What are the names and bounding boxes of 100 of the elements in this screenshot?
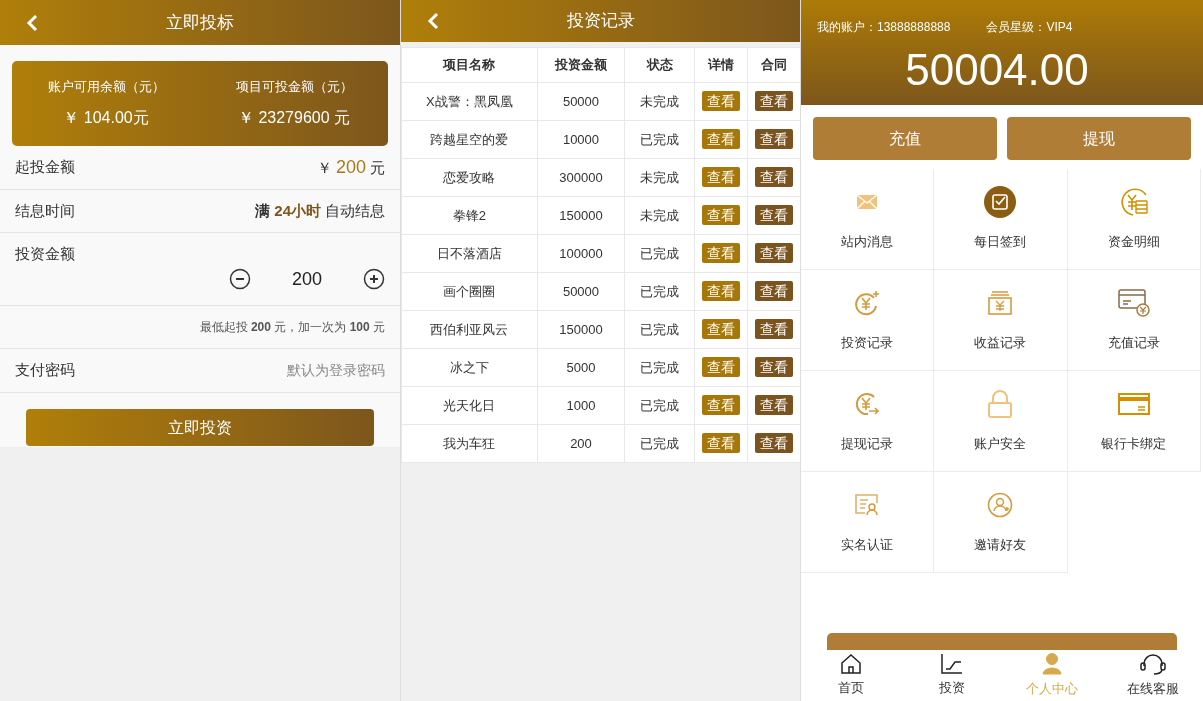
- card-coin-icon: [1117, 289, 1150, 318]
- table-cell: 西伯利亚风云: [401, 310, 538, 349]
- contract-button[interactable]: 查看: [755, 129, 794, 150]
- menu-tile[interactable]: 资金明细: [1067, 169, 1201, 270]
- table-cell: 150000: [537, 310, 625, 349]
- table-cell: 冰之下: [401, 348, 538, 387]
- balance-value: ￥ 23279600 元: [237, 108, 351, 129]
- home-icon: [841, 653, 862, 674]
- back-icon[interactable]: [427, 12, 439, 30]
- padlock-icon: [988, 390, 1013, 419]
- nav-tab[interactable]: 在线客服: [1102, 650, 1203, 701]
- table-cell: 10000: [537, 120, 625, 159]
- menu-tile[interactable]: 每日签到: [934, 169, 1068, 270]
- min-amount: 200: [335, 156, 366, 179]
- contract-button[interactable]: 查看: [755, 433, 794, 454]
- currency-sign: ￥: [316, 158, 332, 178]
- balance-amount: 50004.00: [905, 46, 1090, 94]
- action-button[interactable]: 充值: [813, 117, 997, 160]
- table-cell: X战警：黑凤凰: [401, 82, 538, 121]
- interest-period: 24小时: [274, 200, 321, 221]
- menu-tile[interactable]: 邀请好友: [934, 472, 1068, 573]
- menu-tile[interactable]: 银行卡绑定: [1067, 371, 1201, 472]
- balance-label: 项目可投金额（元）: [235, 77, 353, 96]
- table-cell: 已完成: [624, 386, 695, 425]
- contract-button[interactable]: 查看: [755, 281, 794, 302]
- amount-value[interactable]: 200: [251, 265, 363, 293]
- table-cell: 光天化日: [401, 386, 538, 425]
- table-cell: 已完成: [624, 424, 695, 463]
- interest-prefix: 满: [255, 200, 271, 221]
- table-cell: 200: [537, 424, 625, 463]
- password-field[interactable]: 默认为登录密码: [185, 360, 385, 381]
- menu-tile[interactable]: 提现记录: [801, 371, 935, 472]
- table-cell: 150000: [537, 196, 625, 235]
- headset-icon: [1139, 652, 1166, 675]
- table-cell: 5000: [537, 348, 625, 387]
- yuan-arrow-icon: [854, 391, 881, 418]
- contract-button[interactable]: 查看: [755, 357, 794, 378]
- checkbox-icon: [984, 186, 1017, 219]
- contract-button[interactable]: 查看: [755, 91, 794, 112]
- back-icon[interactable]: [26, 13, 38, 32]
- table-cell: 拳锋2: [401, 196, 538, 235]
- id-card-icon: [855, 494, 880, 517]
- table-cell: 300000: [537, 158, 625, 197]
- table-cell: 未完成: [624, 82, 695, 121]
- interest-suffix: 自动结息: [325, 200, 385, 221]
- detail-button[interactable]: 查看: [702, 243, 741, 264]
- detail-button[interactable]: 查看: [702, 205, 741, 226]
- action-button[interactable]: 提现: [1007, 117, 1191, 160]
- table-cell: 恋爱攻略: [401, 158, 538, 197]
- user-icon: [1042, 652, 1063, 675]
- line-chart-icon: [940, 653, 963, 674]
- detail-button[interactable]: 查看: [702, 129, 741, 150]
- table-cell: 我为车狂: [401, 424, 538, 463]
- detail-button[interactable]: 查看: [702, 167, 741, 188]
- table-cell: 未完成: [624, 196, 695, 235]
- table-cell: 50000: [537, 82, 625, 121]
- nav-tab[interactable]: 投资: [901, 650, 1002, 701]
- detail-button[interactable]: 查看: [702, 357, 741, 378]
- table-cell: 已完成: [624, 120, 695, 159]
- minus-icon[interactable]: [229, 268, 251, 290]
- detail-button[interactable]: 查看: [702, 433, 741, 454]
- yuan-plus-icon: [854, 290, 881, 317]
- detail-button[interactable]: 查看: [702, 319, 741, 340]
- user-circle-icon: [987, 492, 1014, 519]
- yuan-coin-icon: [1118, 187, 1149, 218]
- column-header: 详情: [694, 47, 748, 83]
- table-cell: 已完成: [624, 348, 695, 387]
- contract-button[interactable]: 查看: [755, 205, 794, 226]
- nav-tab[interactable]: 首页: [801, 650, 902, 701]
- page-title: 立即投标: [166, 11, 234, 34]
- menu-tile[interactable]: 充值记录: [1067, 270, 1201, 371]
- field-label: 投资金额: [15, 244, 76, 264]
- contract-button[interactable]: 查看: [755, 395, 794, 416]
- member-level: 会员星级：VIP4: [986, 19, 1073, 36]
- contract-button[interactable]: 查看: [755, 167, 794, 188]
- detail-button[interactable]: 查看: [702, 395, 741, 416]
- field-label: 结息时间: [15, 200, 75, 221]
- unit-label: 元: [370, 158, 385, 178]
- column-header: 投资金额: [537, 47, 625, 83]
- invest-button[interactable]: 立即投资: [26, 409, 374, 446]
- menu-tile[interactable]: 实名认证: [801, 472, 935, 573]
- table-cell: 未完成: [624, 158, 695, 197]
- plus-icon[interactable]: [363, 268, 385, 290]
- menu-tile[interactable]: 账户安全: [934, 371, 1068, 472]
- column-header: 项目名称: [401, 47, 538, 83]
- yuan-box-icon: [988, 290, 1013, 317]
- table-cell: 已完成: [624, 234, 695, 273]
- menu-tile[interactable]: 收益记录: [934, 270, 1068, 371]
- detail-button[interactable]: 查看: [702, 281, 741, 302]
- table-cell: 已完成: [624, 272, 695, 311]
- table-cell: 50000: [537, 272, 625, 311]
- contract-button[interactable]: 查看: [755, 319, 794, 340]
- field-label: 支付密码: [15, 360, 75, 381]
- table-cell: 100000: [537, 234, 625, 273]
- contract-button[interactable]: 查看: [755, 243, 794, 264]
- menu-tile[interactable]: 站内消息: [801, 169, 935, 270]
- hint-text: 最低起投 200 元，加一次为 100 元: [199, 319, 385, 336]
- column-header: 状态: [624, 47, 695, 83]
- menu-tile[interactable]: 投资记录: [801, 270, 935, 371]
- detail-button[interactable]: 查看: [702, 91, 741, 112]
